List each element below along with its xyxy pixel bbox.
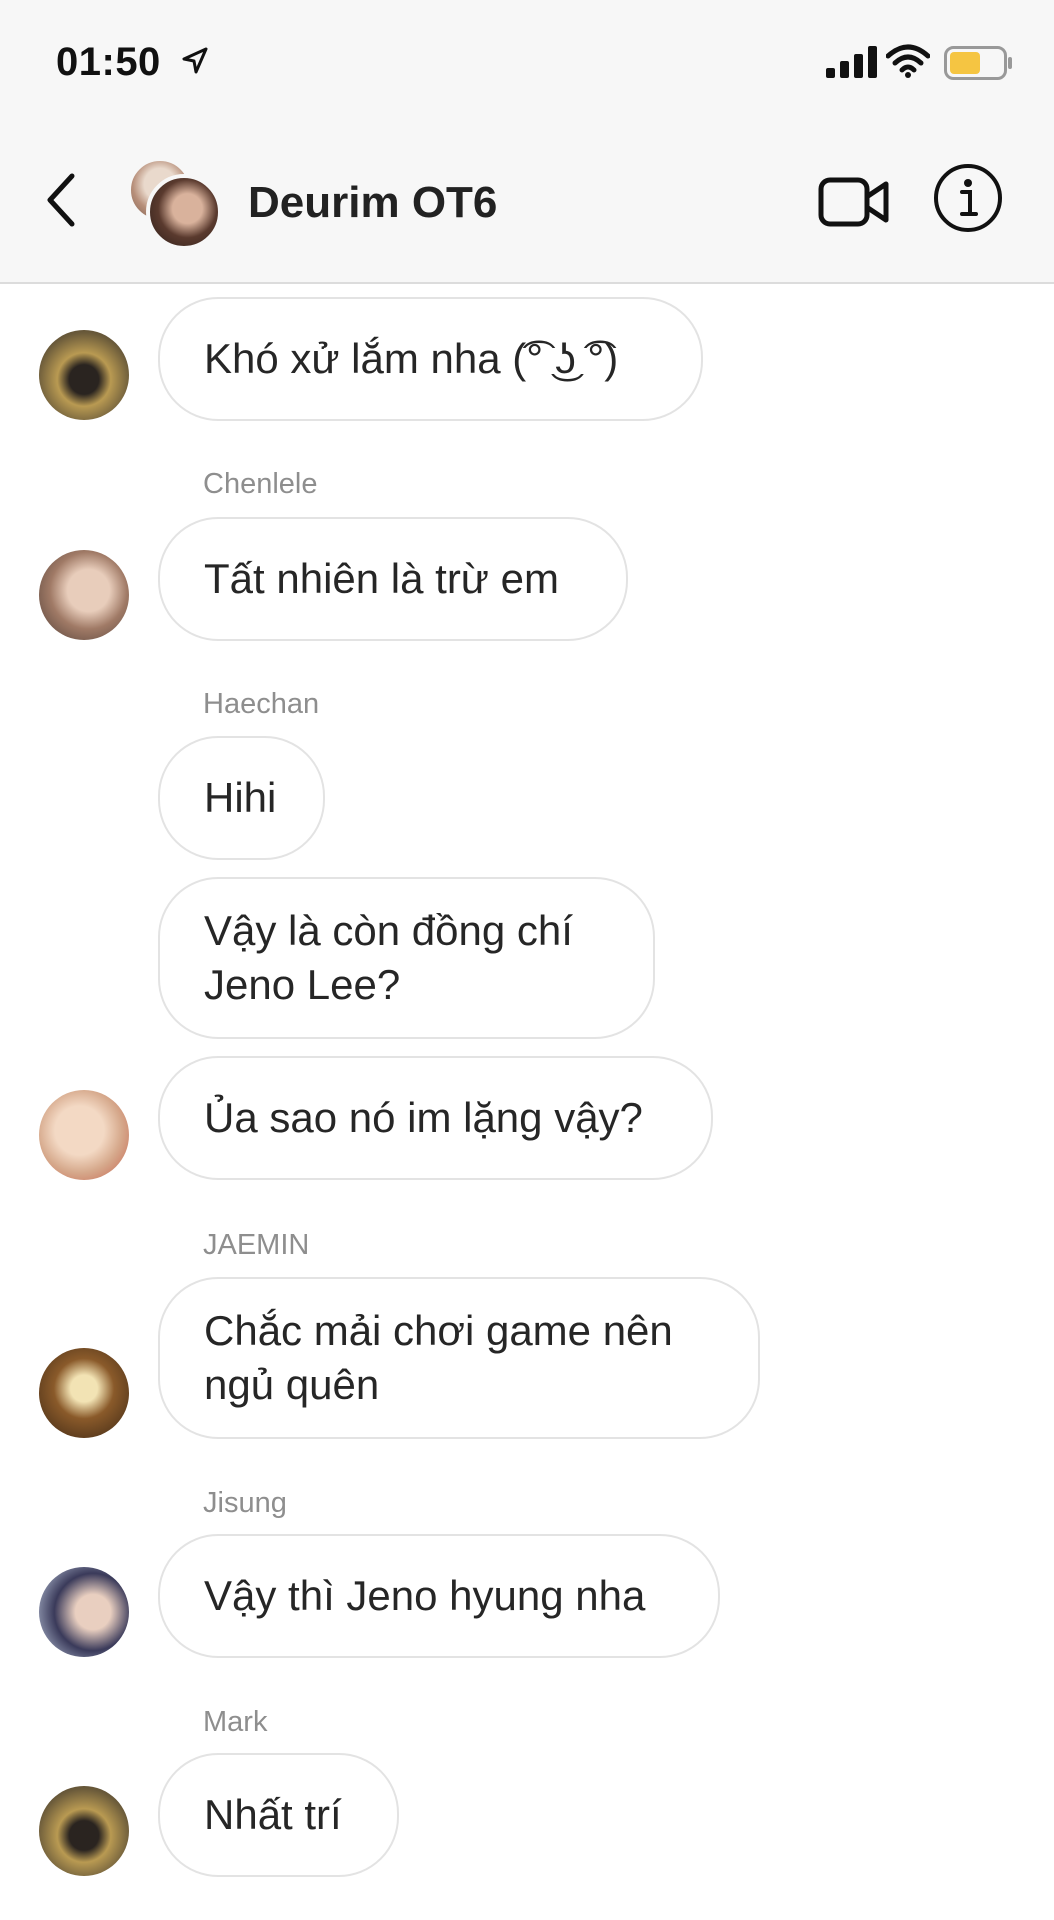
sender-avatar[interactable] [39,330,129,420]
sender-avatar[interactable] [39,1567,129,1657]
message-bubble[interactable]: Nhất trí [158,1753,399,1877]
message-bubble[interactable]: Tất nhiên là trừ em [158,517,628,641]
sender-avatar[interactable] [39,550,129,640]
message-bubble[interactable]: Ủa sao nó im lặng vậy? [158,1056,713,1180]
video-call-icon[interactable] [818,172,890,230]
message-text: Nhất trí [204,1791,342,1838]
chat-header: Deurim OT6 [0,120,1054,284]
sender-name: JAEMIN [203,1229,310,1261]
sender-name: Chenlele [203,468,318,500]
message-text: Ủa sao nó im lặng vậy? [204,1094,643,1141]
message-text: Khó xử lắm nha (͡° ͜ʖ ͡°) [204,335,619,382]
sender-name: Haechan [203,688,320,720]
message-text: Chắc mải chơi game nên ngủ quên [204,1307,673,1408]
status-time: 01:50 [56,40,161,84]
sender-avatar[interactable] [39,1348,129,1438]
info-icon[interactable] [932,162,1004,234]
sender-name: Mark [203,1706,268,1738]
location-arrow-icon [182,47,208,74]
message-bubble[interactable]: Khó xử lắm nha (͡° ͜ʖ ͡°) [158,297,703,421]
sender-avatar[interactable] [39,1786,129,1876]
sender-name: Jisung [203,1487,287,1519]
message-bubble[interactable]: Vậy là còn đồng chí Jeno Lee? [158,877,655,1039]
chat-title[interactable]: Deurim OT6 [248,178,497,228]
message-bubble[interactable]: Hihi [158,736,325,860]
message-text: Tất nhiên là trừ em [204,555,559,602]
group-avatar-primary[interactable] [146,174,222,250]
message-bubble[interactable]: Chắc mải chơi game nên ngủ quên [158,1277,760,1439]
wifi-icon [886,44,930,78]
back-chevron-icon[interactable] [40,170,84,230]
status-bar: 01:50 [0,0,1054,120]
battery-icon [944,46,1012,80]
message-text: Vậy thì Jeno hyung nha [204,1572,646,1619]
message-text: Hihi [204,774,277,821]
message-text: Vậy là còn đồng chí Jeno Lee? [204,907,573,1008]
message-bubble[interactable]: Vậy thì Jeno hyung nha [158,1534,720,1658]
cellular-signal-icon [826,46,877,78]
sender-avatar[interactable] [39,1090,129,1180]
